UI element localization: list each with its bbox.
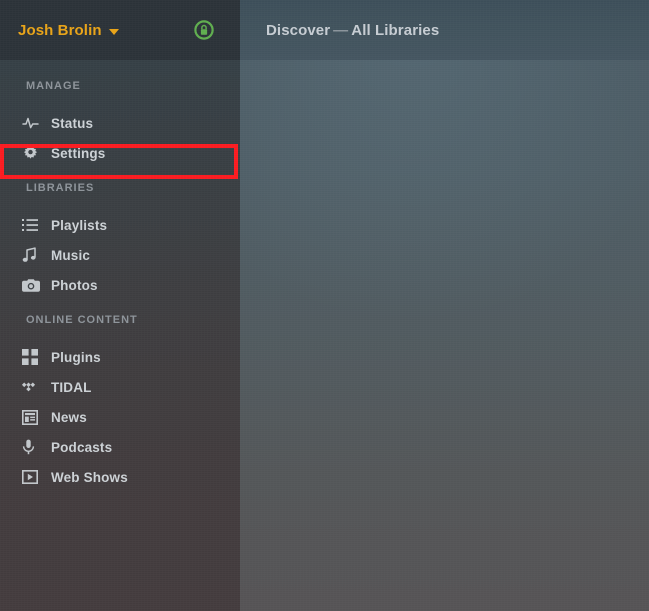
app-window: Discover — All Libraries Josh Brolin MANAG… bbox=[0, 0, 649, 611]
activity-pulse-icon bbox=[22, 114, 44, 132]
lock-circle-icon[interactable] bbox=[194, 20, 214, 40]
nav-group-label-libraries: LIBRARIES bbox=[26, 182, 95, 194]
content-header: Discover — All Libraries bbox=[240, 0, 649, 60]
sidebar-item-label: Status bbox=[51, 115, 94, 131]
page-title: Discover — All Libraries bbox=[266, 22, 439, 39]
sidebar-item-plugins[interactable]: Plugins bbox=[0, 342, 240, 372]
chevron-down-icon bbox=[108, 28, 119, 35]
sidebar-item-music[interactable]: Music bbox=[0, 240, 240, 270]
sidebar-item-label: Playlists bbox=[51, 217, 108, 233]
sidebar-item-tidal[interactable]: TIDAL bbox=[0, 372, 240, 402]
page-title-secondary: All Libraries bbox=[351, 21, 440, 39]
grid-squares-icon bbox=[22, 348, 44, 366]
sidebar-item-label: Photos bbox=[51, 277, 98, 293]
camera-icon bbox=[22, 276, 44, 294]
sidebar-header: Josh Brolin bbox=[0, 0, 240, 60]
sidebar-item-label: Music bbox=[51, 247, 91, 263]
music-note-icon bbox=[22, 246, 44, 264]
sidebar-item-playlists[interactable]: Playlists bbox=[0, 210, 240, 240]
sidebar: Josh Brolin MANAGE Status Settings LIBRA… bbox=[0, 0, 240, 611]
microphone-icon bbox=[22, 438, 44, 456]
main-content-area bbox=[240, 0, 649, 611]
sidebar-item-label: Plugins bbox=[51, 349, 101, 365]
newspaper-icon bbox=[22, 408, 44, 426]
sidebar-item-podcasts[interactable]: Podcasts bbox=[0, 432, 240, 462]
nav-group-label-online-content: ONLINE CONTENT bbox=[26, 314, 138, 326]
nav-group-label-manage: MANAGE bbox=[26, 80, 81, 92]
tidal-logo-icon bbox=[22, 378, 44, 396]
sidebar-item-status[interactable]: Status bbox=[0, 108, 240, 138]
sidebar-item-web-shows[interactable]: Web Shows bbox=[0, 462, 240, 492]
sidebar-nav: MANAGE Status Settings LIBRARIES Playlis… bbox=[0, 60, 240, 492]
sidebar-item-label: TIDAL bbox=[51, 379, 92, 395]
sidebar-item-label: Settings bbox=[51, 145, 106, 161]
page-title-separator: — bbox=[333, 21, 349, 39]
gear-icon bbox=[22, 144, 44, 162]
sidebar-item-news[interactable]: News bbox=[0, 402, 240, 432]
play-box-icon bbox=[22, 468, 44, 486]
user-menu-button[interactable]: Josh Brolin bbox=[18, 22, 119, 39]
sidebar-item-label: Podcasts bbox=[51, 439, 113, 455]
sidebar-item-settings[interactable]: Settings bbox=[0, 138, 240, 168]
list-icon bbox=[22, 216, 44, 234]
user-name-label: Josh Brolin bbox=[18, 21, 102, 39]
sidebar-item-photos[interactable]: Photos bbox=[0, 270, 240, 300]
sidebar-item-label: Web Shows bbox=[51, 469, 128, 485]
page-title-primary: Discover bbox=[266, 21, 331, 39]
sidebar-item-label: News bbox=[51, 409, 87, 425]
